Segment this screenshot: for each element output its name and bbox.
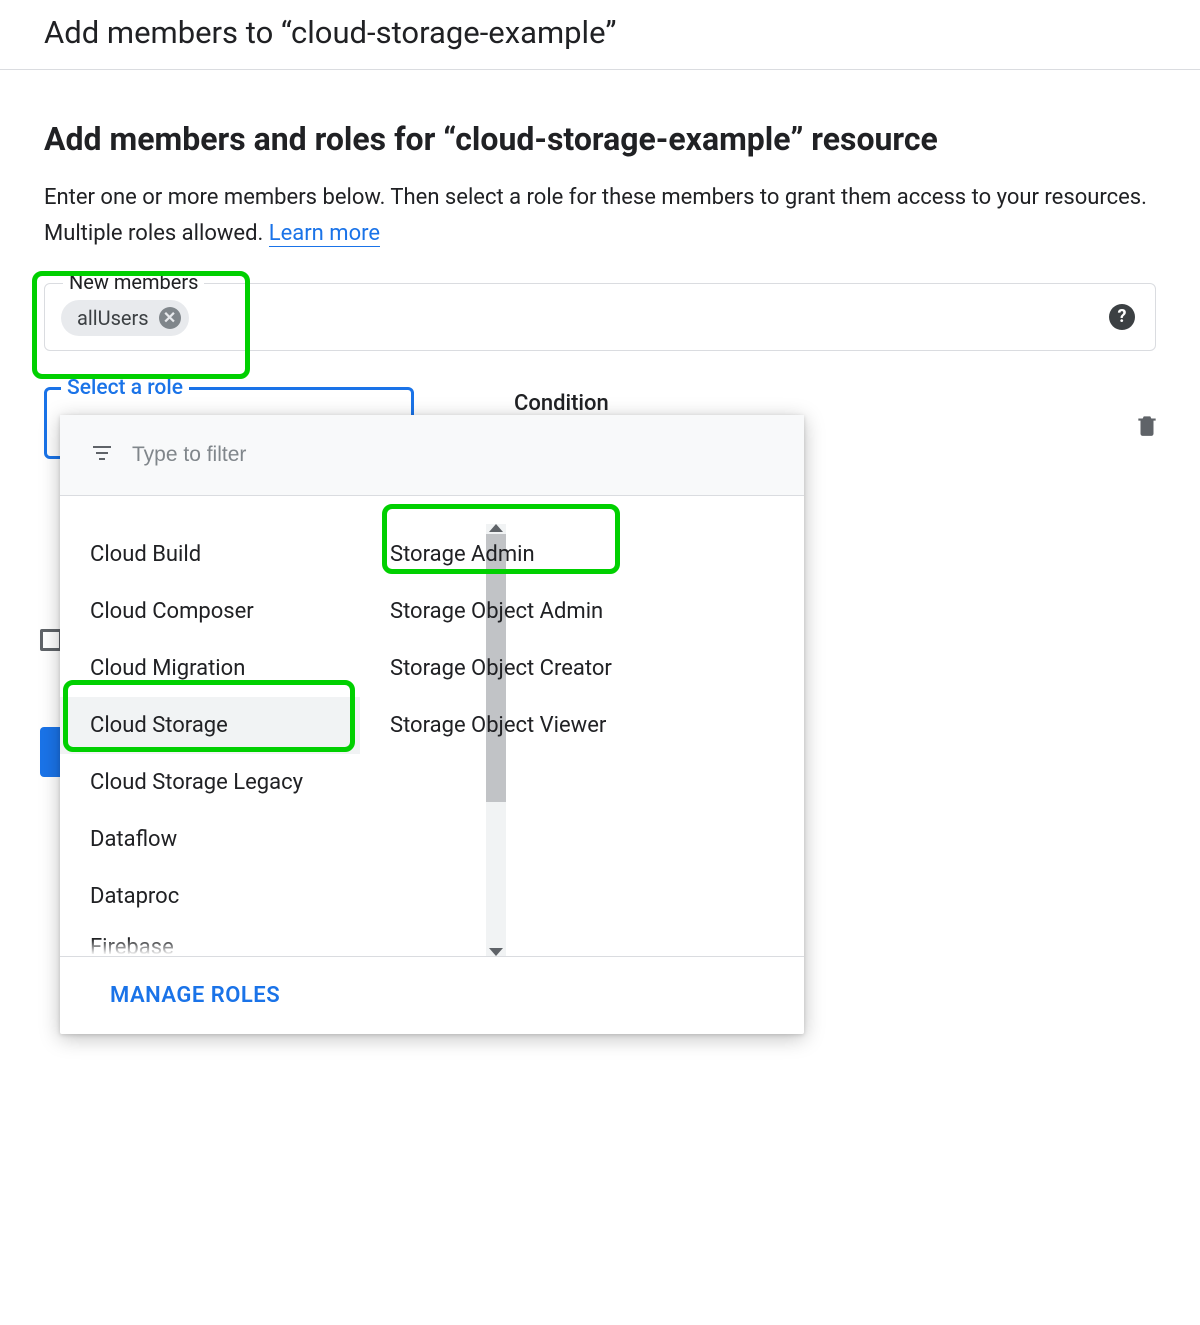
close-icon[interactable]: ✕ <box>159 307 181 329</box>
new-members-legend: New members <box>63 270 204 294</box>
filter-icon <box>90 441 114 469</box>
help-icon[interactable]: ? <box>1109 304 1135 330</box>
manage-roles-button[interactable]: MANAGE ROLES <box>110 983 280 1008</box>
filter-bar <box>60 415 804 496</box>
role-category-item[interactable]: Cloud Migration <box>60 640 360 697</box>
condition-label: Condition <box>514 387 609 416</box>
section-description: Enter one or more members below. Then se… <box>44 180 1156 253</box>
chip-label: allUsers <box>77 306 149 330</box>
role-category-item[interactable]: Dataproc <box>60 868 360 925</box>
role-columns: Cloud Build Cloud Composer Cloud Migrati… <box>60 496 804 956</box>
role-category-item[interactable]: Dataflow <box>60 811 360 868</box>
role-dropdown: Cloud Build Cloud Composer Cloud Migrati… <box>60 415 804 1034</box>
role-item[interactable]: Storage Object Admin <box>360 583 804 640</box>
dialog-title: Add members to “cloud-storage-example” <box>0 0 1200 70</box>
select-role-legend: Select a role <box>61 376 189 400</box>
member-chip[interactable]: allUsers ✕ <box>61 300 189 336</box>
role-item[interactable]: Storage Object Viewer <box>360 697 804 754</box>
role-category-item[interactable]: Cloud Build <box>60 526 360 583</box>
role-item[interactable]: Storage Object Creator <box>360 640 804 697</box>
dialog-content: Add members and roles for “cloud-storage… <box>0 70 1200 459</box>
roles-row: Select a role Condition Cloud Build Clou… <box>44 387 1156 459</box>
role-category-list[interactable]: Cloud Build Cloud Composer Cloud Migrati… <box>60 496 360 956</box>
role-category-item[interactable]: Cloud Storage Legacy <box>60 754 360 811</box>
role-item[interactable]: Storage Admin <box>360 526 804 583</box>
trash-icon[interactable] <box>1134 411 1160 443</box>
role-category-item[interactable]: Cloud Composer <box>60 583 360 640</box>
role-list: Storage Admin Storage Object Admin Stora… <box>360 496 804 956</box>
new-members-field[interactable]: New members allUsers ✕ ? <box>44 283 1156 351</box>
learn-more-link[interactable]: Learn more <box>269 221 380 247</box>
chevron-down-icon[interactable] <box>489 948 503 956</box>
new-members-field-wrapper: New members allUsers ✕ ? <box>44 283 1156 351</box>
dropdown-footer: MANAGE ROLES <box>60 956 804 1034</box>
section-title: Add members and roles for “cloud-storage… <box>44 120 1156 158</box>
description-text: Enter one or more members below. Then se… <box>44 185 1147 246</box>
checkbox-partial <box>40 629 62 651</box>
role-category-item[interactable]: Cloud Storage <box>60 697 360 754</box>
role-category-item[interactable]: Firebase <box>60 925 360 955</box>
filter-input[interactable] <box>132 443 774 467</box>
